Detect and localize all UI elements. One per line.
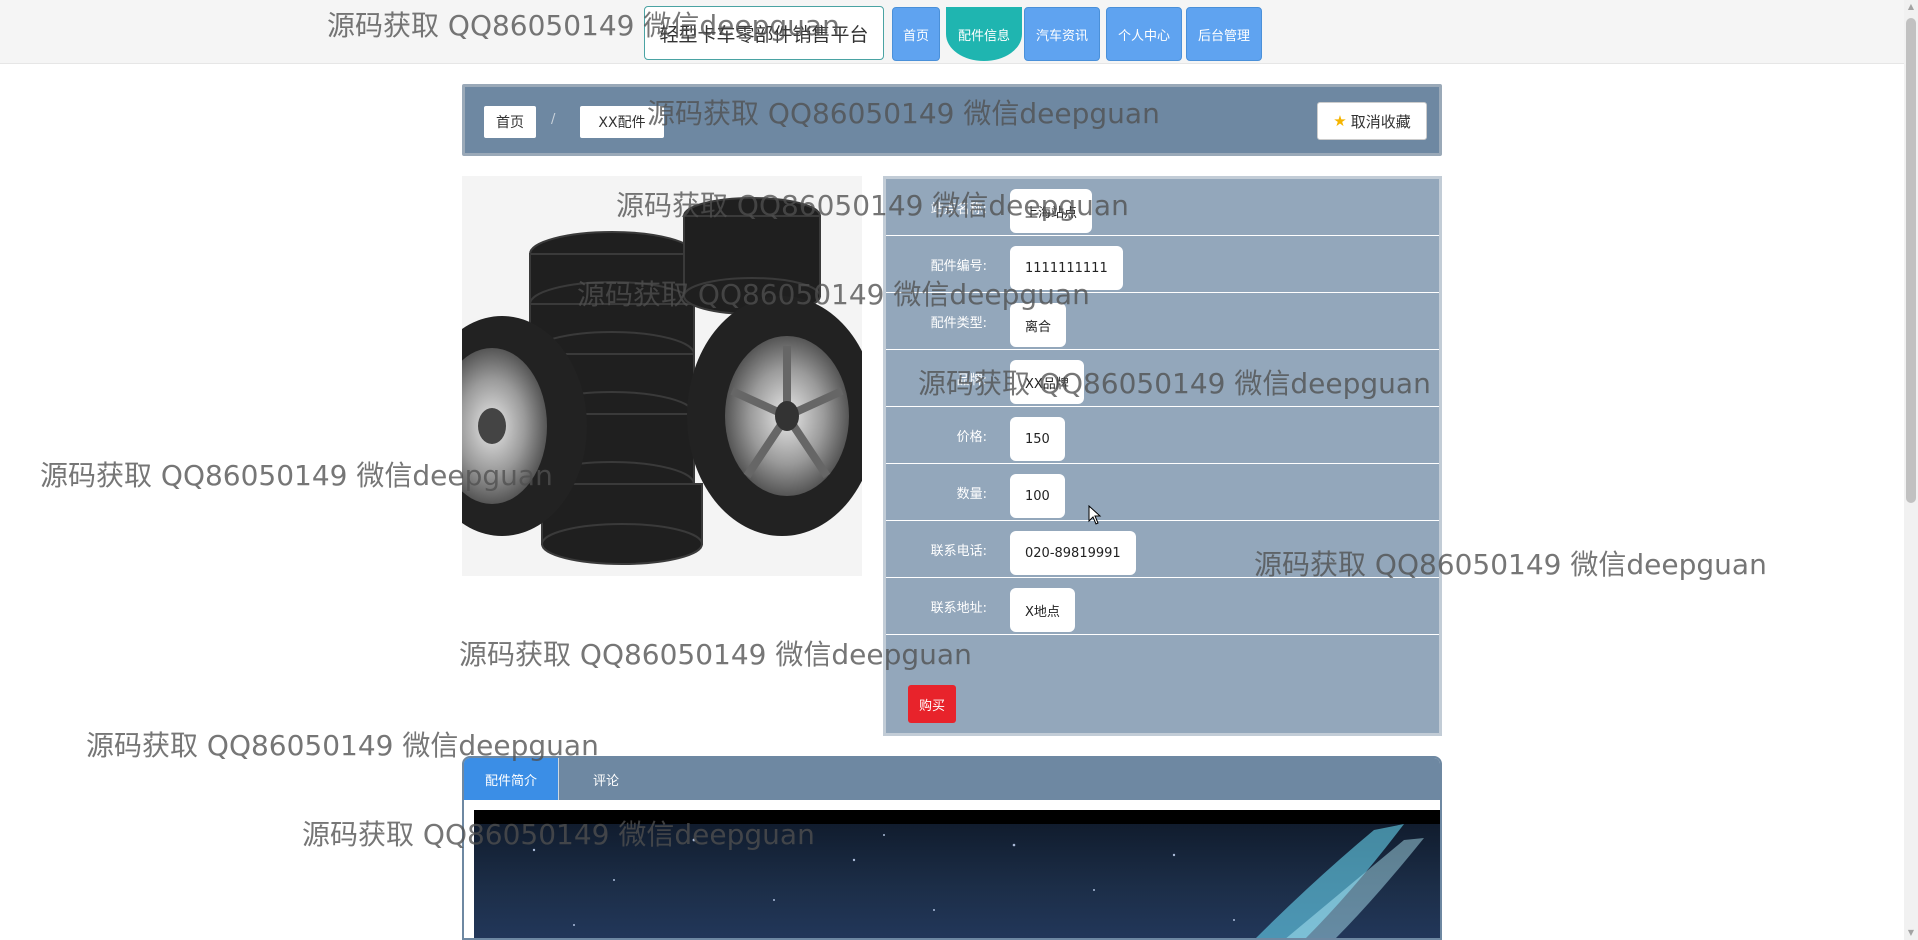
part-type-value: 离合 <box>1010 303 1067 347</box>
brand-value: XX品牌 <box>1010 360 1084 404</box>
info-row-price: 价格: 150 <box>886 407 1439 464</box>
station-label: 站点名称: <box>930 202 987 217</box>
brand-label: 品牌: <box>956 373 987 388</box>
address-label: 联系地址: <box>930 601 987 616</box>
info-row-station: 站点名称: 上海站点 <box>886 179 1439 236</box>
info-row-part-number: 配件编号: 1111111111 <box>886 236 1439 293</box>
intro-image <box>474 810 1440 938</box>
tab-parts-intro[interactable]: 配件简介 <box>464 758 559 800</box>
part-type-label: 配件类型: <box>930 316 987 331</box>
breadcrumb-home[interactable]: 首页 <box>484 106 536 138</box>
tab-comments[interactable]: 评论 <box>558 758 654 800</box>
nav-home[interactable]: 首页 <box>892 7 940 61</box>
tab-header: 配件简介 评论 <box>464 758 1440 800</box>
detail-tabs: 配件简介 评论 <box>462 756 1442 940</box>
breadcrumb-separator: / <box>551 112 556 127</box>
nav-admin[interactable]: 后台管理 <box>1186 7 1262 61</box>
night-sky-illustration <box>474 810 1440 938</box>
info-row-brand: 品牌: XX品牌 <box>886 350 1439 407</box>
unfavorite-button[interactable]: ★ 取消收藏 <box>1317 102 1427 140</box>
info-row-address: 联系地址: X地点 <box>886 578 1439 635</box>
phone-label: 联系电话: <box>930 544 987 559</box>
star-icon: ★ <box>1333 112 1347 130</box>
part-number-label: 配件编号: <box>930 259 987 274</box>
part-number-value: 1111111111 <box>1010 246 1123 290</box>
site-title[interactable]: 轻型卡车零部件销售平台 <box>644 6 884 60</box>
price-value: 150 <box>1010 417 1065 461</box>
tires-illustration <box>462 197 862 565</box>
station-value: 上海站点 <box>1010 189 1093 233</box>
nav-car-news[interactable]: 汽车资讯 <box>1024 7 1100 61</box>
buy-button[interactable]: 购买 <box>908 685 956 723</box>
price-label: 价格: <box>956 430 987 445</box>
info-row-part-type: 配件类型: 离合 <box>886 293 1439 350</box>
nav-parts-info[interactable]: 配件信息 <box>946 7 1022 61</box>
product-image <box>462 176 862 576</box>
info-row-phone: 联系电话: 020-89819991 <box>886 521 1439 578</box>
address-value: X地点 <box>1010 588 1075 632</box>
breadcrumb-current[interactable]: XX配件 <box>580 106 664 138</box>
nav-personal-center[interactable]: 个人中心 <box>1106 7 1182 61</box>
info-row-quantity: 数量: 100 <box>886 464 1439 521</box>
unfavorite-label: 取消收藏 <box>1350 112 1411 131</box>
mouse-cursor-icon <box>1088 505 1102 525</box>
quantity-label: 数量: <box>956 487 987 502</box>
phone-value: 020-89819991 <box>1010 531 1136 575</box>
scroll-up-icon[interactable]: ▲ <box>1904 0 1918 14</box>
product-info-panel: 站点名称: 上海站点 配件编号: 1111111111 配件类型: 离合 品牌:… <box>883 176 1442 736</box>
breadcrumb-bar: 首页 / XX配件 ★ 取消收藏 <box>462 84 1442 156</box>
vertical-scrollbar[interactable]: ▲ ▼ <box>1904 0 1918 940</box>
scroll-down-icon[interactable]: ▼ <box>1904 926 1918 940</box>
quantity-value: 100 <box>1010 474 1065 518</box>
top-navbar: 轻型卡车零部件销售平台 首页 配件信息 汽车资讯 个人中心 后台管理 <box>0 0 1904 64</box>
scroll-thumb[interactable] <box>1906 18 1916 503</box>
